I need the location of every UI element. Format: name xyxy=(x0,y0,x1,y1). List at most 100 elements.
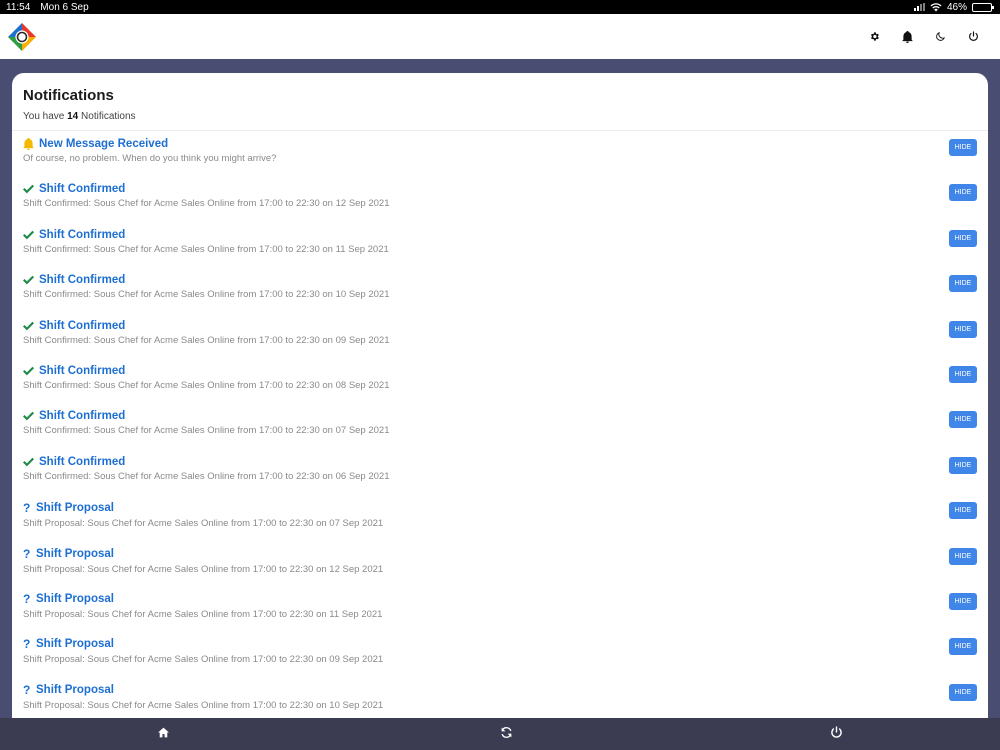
notification-title-row: Shift Confirmed xyxy=(23,320,977,332)
notification-title-row: Shift Confirmed xyxy=(23,410,977,422)
notification-item: New Message Received Of course, no proble… xyxy=(23,131,977,176)
notification-item: ? Shift Proposal Shift Proposal: Sous Chef… xyxy=(23,540,977,585)
hide-button[interactable]: HIDE xyxy=(949,365,977,383)
notification-description: Shift Proposal: Sous Chef for Acme Sales… xyxy=(23,654,384,666)
notification-title-row: Shift Confirmed xyxy=(23,456,977,468)
hide-button[interactable]: HIDE xyxy=(949,456,977,474)
notification-title-row: Shift Confirmed xyxy=(23,229,977,241)
home-icon xyxy=(158,727,169,738)
notification-title[interactable]: Shift Confirmed xyxy=(39,274,125,286)
notification-item: Shift Confirmed Shift Confirmed: Sous Che… xyxy=(23,176,977,221)
hide-button[interactable]: HIDE xyxy=(949,638,977,656)
notification-title[interactable]: Shift Confirmed xyxy=(39,410,125,422)
notification-description: Shift Confirmed: Sous Chef for Acme Sale… xyxy=(23,289,390,301)
notification-title[interactable]: Shift Confirmed xyxy=(39,183,125,195)
check-icon xyxy=(23,457,34,467)
hide-button[interactable]: HIDE xyxy=(949,411,977,429)
app-logo[interactable] xyxy=(7,22,37,52)
header-actions xyxy=(858,22,990,52)
hide-button[interactable]: HIDE xyxy=(949,184,977,202)
notification-description: Shift Proposal: Sous Chef for Acme Sales… xyxy=(23,608,383,620)
check-icon xyxy=(23,185,34,194)
logout-button[interactable] xyxy=(957,22,990,52)
notification-title-row: ? Shift Proposal xyxy=(23,683,977,697)
notification-item: Shift Confirmed Shift Confirmed: Sous Che… xyxy=(23,313,977,358)
dark-mode-button[interactable] xyxy=(924,22,957,52)
notification-description: Shift Confirmed: Sous Chef for Acme Sale… xyxy=(23,198,390,210)
notifications-card: Notifications You have 14 Notifications … xyxy=(12,73,988,718)
notification-description: Shift Confirmed: Sous Chef for Acme Sale… xyxy=(23,425,390,437)
logout-nav-button[interactable] xyxy=(830,726,843,744)
refresh-button[interactable] xyxy=(500,726,513,744)
notification-title[interactable]: Shift Confirmed xyxy=(39,229,125,241)
notification-title-row: ? Shift Proposal xyxy=(23,637,977,651)
notification-title[interactable]: Shift Confirmed xyxy=(39,365,125,377)
check-icon xyxy=(23,275,34,285)
notification-title[interactable]: Shift Confirmed xyxy=(39,320,125,332)
hide-button[interactable]: HIDE xyxy=(949,275,977,293)
signal-icon xyxy=(913,3,925,11)
notifications-button[interactable] xyxy=(891,22,924,52)
question-icon: ? xyxy=(23,591,31,606)
question-icon: ? xyxy=(23,501,31,516)
notification-title[interactable]: Shift Confirmed xyxy=(39,456,125,468)
notification-item: Shift Confirmed Shift Confirmed: Sous Che… xyxy=(23,358,977,403)
notification-title[interactable]: Shift Proposal xyxy=(36,548,114,560)
notification-description: Shift Confirmed: Sous Chef for Acme Sale… xyxy=(23,470,390,482)
notification-title[interactable]: Shift Proposal xyxy=(36,593,114,605)
top-bar xyxy=(0,14,1000,59)
status-time: 11:54 xyxy=(6,1,31,13)
notification-title-row: Shift Confirmed xyxy=(23,365,977,377)
notification-item: ? Shift Proposal Shift Proposal: Sous Chef… xyxy=(23,630,977,675)
hide-button[interactable]: HIDE xyxy=(949,139,977,156)
count-suffix: Notifications xyxy=(81,111,136,122)
notification-description: Shift Confirmed: Sous Chef for Acme Sale… xyxy=(23,334,390,346)
hide-button[interactable]: HIDE xyxy=(949,683,977,701)
home-button[interactable] xyxy=(157,726,170,744)
battery-percent: 46% xyxy=(946,1,967,13)
notification-description: Shift Proposal: Sous Chef for Acme Sales… xyxy=(23,518,384,530)
notification-description: Shift Confirmed: Sous Chef for Acme Sale… xyxy=(23,243,389,255)
settings-button[interactable] xyxy=(858,22,891,52)
hide-button[interactable]: HIDE xyxy=(949,592,977,610)
notification-title[interactable]: Shift Proposal xyxy=(36,684,114,696)
notification-title-row: ? Shift Proposal xyxy=(23,592,977,606)
status-date: Mon 6 Sep xyxy=(40,1,89,13)
notification-list: New Message Received Of course, no proble… xyxy=(12,131,988,718)
question-icon: ? xyxy=(23,546,31,561)
notification-item: Shift Confirmed Shift Confirmed: Sous Che… xyxy=(23,403,977,448)
question-icon: ? xyxy=(23,682,31,697)
hide-button[interactable]: HIDE xyxy=(949,547,977,565)
notification-title-row: Shift Confirmed xyxy=(23,274,977,286)
notification-item: ? Shift Proposal Shift Proposal: Sous Chef… xyxy=(23,585,977,630)
battery-icon xyxy=(972,2,994,12)
hide-button[interactable]: HIDE xyxy=(949,320,977,338)
notification-title[interactable]: New Message Received xyxy=(39,138,168,150)
notification-item: ? Shift Proposal Shift Proposal: Sous Chef… xyxy=(23,676,977,718)
notification-item: Shift Confirmed Shift Confirmed: Sous Che… xyxy=(23,222,977,267)
notification-description: Shift Proposal: Sous Chef for Acme Sales… xyxy=(23,699,384,711)
notification-title-row: New Message Received xyxy=(23,138,977,150)
notification-item: Shift Confirmed Shift Confirmed: Sous Che… xyxy=(23,449,977,494)
check-icon xyxy=(23,230,34,240)
notification-title[interactable]: Shift Proposal xyxy=(36,502,114,514)
check-icon xyxy=(23,366,34,376)
bottom-nav xyxy=(0,718,1000,750)
notification-title[interactable]: Shift Proposal xyxy=(36,638,114,650)
notification-title-row: ? Shift Proposal xyxy=(23,501,977,515)
hide-button[interactable]: HIDE xyxy=(949,229,977,247)
notification-count-text: You have 14 Notifications xyxy=(23,111,977,122)
notification-item: Shift Confirmed Shift Confirmed: Sous Che… xyxy=(23,267,977,312)
notification-description: Shift Proposal: Sous Chef for Acme Sales… xyxy=(23,563,384,575)
count-prefix: You have xyxy=(23,111,65,122)
hide-button[interactable]: HIDE xyxy=(949,502,977,520)
bell-icon xyxy=(902,30,913,43)
notifications-header: Notifications You have 14 Notifications xyxy=(12,73,988,131)
gear-icon xyxy=(870,32,879,41)
notification-item: ? Shift Proposal Shift Proposal: Sous Chef… xyxy=(23,494,977,539)
notification-title-row: ? Shift Proposal xyxy=(23,547,977,561)
question-icon: ? xyxy=(23,637,31,652)
wifi-icon xyxy=(930,2,942,11)
notification-description: Shift Confirmed: Sous Chef for Acme Sale… xyxy=(23,379,390,391)
power-icon xyxy=(831,726,842,738)
